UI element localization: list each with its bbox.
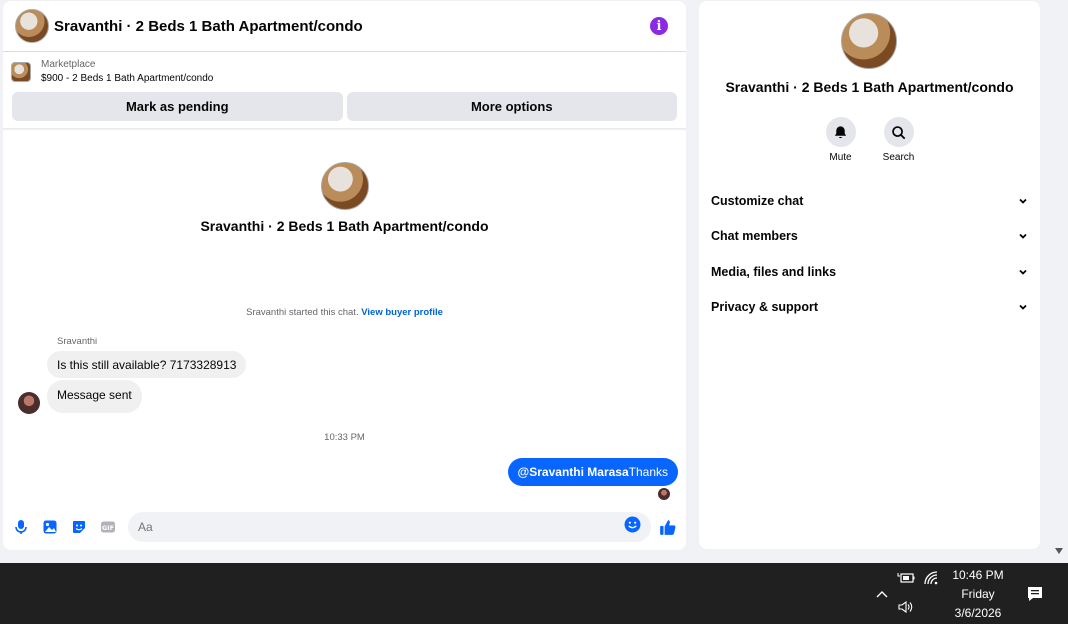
mark-pending-button[interactable]: Mark as pending [12,92,343,121]
chat-profile-intro: Sravanthi · 2 Beds 1 Bath Apartment/cond… [3,162,686,234]
mention-text[interactable]: @Sravanthi Marasa [518,465,629,479]
chevron-down-icon [1019,198,1027,204]
outgoing-message[interactable]: @Sravanthi Marasa Thanks [507,458,678,486]
chevron-down-icon [1019,269,1027,275]
conversation-info-panel: Sravanthi · 2 Beds 1 Bath Apartment/cond… [699,1,1040,549]
customize-chat-row[interactable]: Customize chat [711,183,1028,219]
sender-name: Sravanthi [57,336,98,347]
clock-time: 10:46 PM [952,568,1004,582]
composer: GIF [3,512,686,542]
info-icon[interactable]: i [650,17,668,35]
incoming-message[interactable]: Message sent [47,380,142,413]
seen-avatar [658,488,670,500]
listing-avatar[interactable] [15,9,49,43]
bell-icon[interactable] [825,117,856,147]
clock-day: Friday [961,587,995,601]
info-avatar[interactable] [841,13,897,69]
emoji-icon[interactable] [624,516,641,538]
notification-center-icon[interactable] [1026,585,1044,608]
chat-title[interactable]: Sravanthi · 2 Beds 1 Bath Apartment/cond… [54,18,650,35]
chevron-up-icon[interactable] [875,586,889,604]
scroll-down-arrow[interactable] [1055,548,1063,554]
section-label: Chat members [711,229,798,244]
media-files-links-row[interactable]: Media, files and links [711,254,1028,290]
header-divider [3,128,686,131]
search-icon[interactable] [883,117,914,147]
search-action[interactable]: Search [882,117,915,163]
volume-icon[interactable] [897,600,915,619]
section-label: Privacy & support [711,300,818,315]
section-label: Media, files and links [711,264,837,279]
message-input-wrapper[interactable] [128,512,651,542]
info-sections: Customize chat Chat members Media, files… [711,183,1028,325]
gif-icon[interactable]: GIF [100,519,116,535]
battery-icon[interactable] [897,571,915,590]
clock-date: 3/6/2026 [954,606,1002,620]
chat-header: Sravanthi · 2 Beds 1 Bath Apartment/cond… [3,1,686,52]
search-label: Search [882,152,915,163]
system-clock[interactable]: 10:46 PM Friday 3/6/2026 [944,566,1012,623]
mute-action[interactable]: Mute [825,117,856,163]
chat-started-notice: Sravanthi started this chat. View buyer … [3,307,686,318]
listing-label: Marketplace [41,59,96,70]
chevron-down-icon [1019,305,1027,311]
photo-icon[interactable] [42,519,58,535]
chat-members-row[interactable]: Chat members [711,219,1028,255]
listing-summary[interactable]: Marketplace $900 - 2 Beds 1 Bath Apartme… [3,52,686,86]
more-options-button[interactable]: More options [346,92,677,121]
listing-detail: $900 - 2 Beds 1 Bath Apartment/condo [41,73,214,84]
view-buyer-profile-link[interactable]: View buyer profile [361,307,443,318]
sticker-icon[interactable] [71,519,87,535]
mute-label: Mute [829,152,852,163]
svg-text:GIF: GIF [102,524,114,532]
chevron-down-icon [1019,234,1027,240]
microphone-icon[interactable] [13,519,29,535]
profile-avatar[interactable] [320,162,369,210]
profile-name: Sravanthi · 2 Beds 1 Bath Apartment/cond… [200,218,489,234]
taskbar: 10:46 PM Friday 3/6/2026 [0,563,1068,624]
privacy-support-row[interactable]: Privacy & support [711,290,1028,326]
message-input[interactable] [138,520,624,534]
incoming-message[interactable]: Is this still available? 7173328913 [47,351,247,378]
info-name: Sravanthi · 2 Beds 1 Bath Apartment/cond… [725,79,1014,95]
chat-panel: Sravanthi · 2 Beds 1 Bath Apartment/cond… [3,1,686,550]
started-text: Sravanthi started this chat. [246,307,359,318]
like-thumbs-up-icon[interactable] [659,518,677,536]
section-label: Customize chat [711,193,804,208]
sender-avatar[interactable] [18,392,40,414]
listing-thumbnail [11,62,31,82]
message-timestamp: 10:33 PM [324,432,365,443]
wifi-icon[interactable] [923,570,939,591]
outgoing-text: Thanks [628,465,668,479]
